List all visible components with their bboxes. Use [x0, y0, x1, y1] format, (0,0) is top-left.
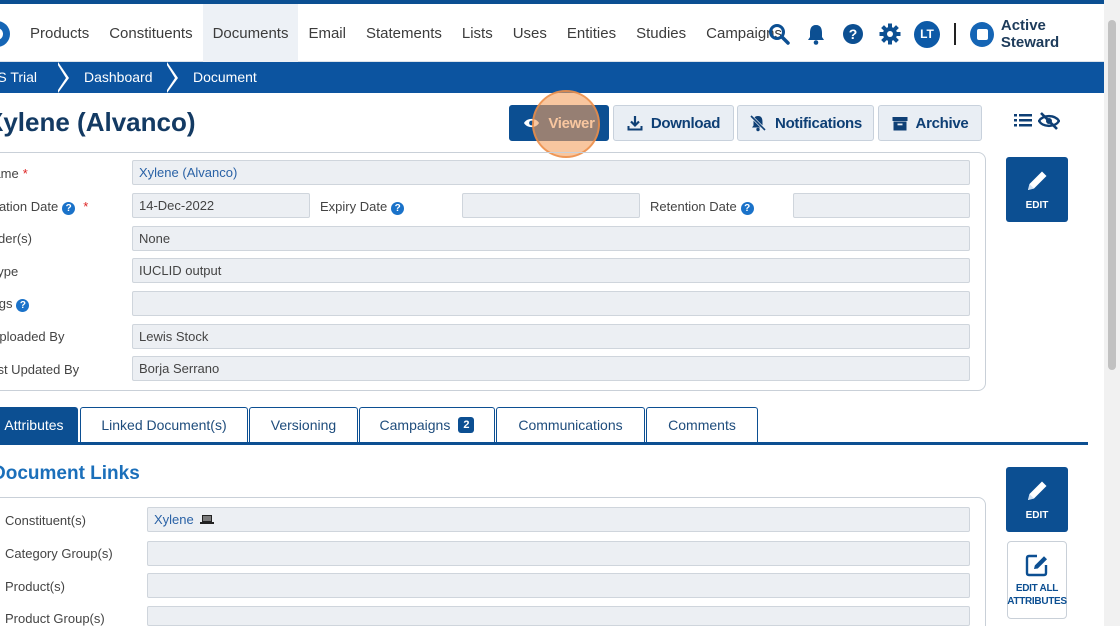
tab-comments[interactable]: Comments [646, 407, 758, 442]
nav-item-studies[interactable]: Studies [626, 4, 696, 62]
eye-slash-icon[interactable] [1038, 112, 1060, 130]
uploaded-by-field[interactable]: Lewis Stock [132, 324, 970, 349]
edit-links-label: EDIT [1025, 510, 1049, 521]
main-nav: Products Constituents Documents Email St… [20, 4, 792, 62]
products-label: Product(s) [5, 579, 65, 594]
laptop-icon[interactable] [199, 509, 214, 531]
breadcrumb-separator-inner [165, 62, 175, 93]
tab-attributes[interactable]: Attributes [0, 407, 78, 442]
pencil-icon [1028, 481, 1047, 500]
search-icon[interactable] [766, 21, 791, 47]
nav-item-products[interactable]: Products [20, 4, 99, 62]
type-field[interactable]: IUCLID output [132, 258, 970, 283]
svg-text:?: ? [848, 26, 857, 42]
campaigns-count-badge: 2 [458, 417, 475, 433]
category-groups-field[interactable] [147, 541, 970, 566]
user-avatar[interactable]: LT [914, 20, 940, 48]
document-links-title: Document Links [0, 463, 140, 484]
expiry-date-label: Expiry Date? [320, 199, 405, 215]
expiry-date-field[interactable] [462, 193, 640, 218]
edit-links-button[interactable]: EDIT [1006, 467, 1068, 532]
tags-label: Tags? [0, 296, 30, 312]
archive-icon [892, 116, 908, 130]
help-icon[interactable]: ? [740, 202, 754, 215]
help-icon[interactable]: ? [16, 299, 30, 312]
constituent-link[interactable]: Xylene [154, 512, 194, 527]
name-field[interactable]: Xylene (Alvanco) [132, 160, 970, 185]
breadcrumb: AS Trial Dashboard Document [0, 62, 1104, 93]
eye-icon [524, 118, 540, 128]
category-groups-label: Category Group(s) [5, 546, 113, 561]
app-logo-icon[interactable] [0, 21, 10, 47]
breadcrumb-item-document: Document [193, 69, 257, 85]
type-label: Type [0, 264, 19, 279]
archive-button-label: Archive [915, 114, 969, 132]
creation-date-field[interactable]: 14-Dec-2022 [132, 193, 310, 218]
edit-details-button[interactable]: EDIT [1006, 157, 1068, 222]
tab-linked-documents[interactable]: Linked Document(s) [80, 407, 248, 442]
breadcrumb-separator-inner [56, 62, 66, 93]
uploaded-by-label: Uploaded By [0, 329, 65, 344]
tab-campaigns[interactable]: Campaigns 2 [359, 407, 495, 442]
nav-item-statements[interactable]: Statements [356, 4, 452, 62]
edit-details-label: EDIT [1025, 200, 1049, 211]
nav-item-uses[interactable]: Uses [503, 4, 557, 62]
help-icon[interactable]: ? [391, 202, 405, 215]
bell-slash-icon [749, 114, 767, 132]
view-toggle[interactable] [1014, 112, 1060, 130]
last-updated-by-field[interactable]: Borja Serrano [132, 356, 970, 381]
tab-versioning[interactable]: Versioning [249, 407, 358, 442]
edit-square-icon [1025, 554, 1048, 577]
folder-label: Folder(s) [0, 231, 33, 246]
breadcrumb-item-dashboard[interactable]: Dashboard [84, 62, 153, 93]
edit-all-attributes-label: EDIT ALL ATTRIBUTES [1007, 583, 1067, 607]
nav-item-email[interactable]: Email [298, 4, 356, 62]
tab-communications[interactable]: Communications [496, 407, 645, 442]
notifications-button-label: Notifications [775, 114, 862, 132]
nav-item-constituents[interactable]: Constituents [99, 4, 202, 62]
edit-all-attributes-button[interactable]: EDIT ALL ATTRIBUTES [1007, 541, 1067, 619]
list-icon[interactable] [1014, 112, 1032, 128]
creation-date-label: Creation Date?* [0, 199, 89, 215]
nav-item-lists[interactable]: Lists [452, 4, 503, 62]
page-scrollbar[interactable] [1104, 0, 1120, 626]
breadcrumb-item-trial[interactable]: AS Trial [0, 62, 37, 93]
download-button-label: Download [650, 114, 721, 132]
tab-underline [0, 442, 1088, 445]
brand-logo-icon [969, 21, 994, 47]
nav-item-documents[interactable]: Documents [202, 4, 299, 62]
nav-item-entities[interactable]: Entities [557, 4, 626, 62]
tags-field[interactable] [132, 291, 970, 316]
help-icon[interactable]: ? [840, 21, 865, 47]
gear-icon[interactable] [877, 21, 902, 47]
download-icon [627, 116, 643, 131]
retention-date-label: Retention Date? [650, 199, 754, 215]
help-icon[interactable]: ? [62, 202, 76, 215]
constituents-label: Constituent(s) [5, 513, 86, 528]
name-label: Name* [0, 166, 28, 181]
viewer-button[interactable]: Viewer [509, 105, 609, 141]
scrollbar-thumb[interactable] [1108, 20, 1116, 370]
viewer-button-label: Viewer [548, 114, 595, 132]
products-field[interactable] [147, 573, 970, 598]
brand-name: Active Steward [1000, 17, 1060, 51]
page-title: Xylene (Alvanco) [0, 107, 196, 137]
folder-field[interactable]: None [132, 226, 970, 251]
product-groups-field[interactable] [147, 606, 970, 626]
pencil-icon [1028, 171, 1047, 190]
last-updated-by-label: Last Updated By [0, 362, 80, 377]
constituents-field[interactable]: Xylene [147, 507, 970, 532]
notifications-button[interactable]: Notifications [737, 105, 874, 141]
download-button[interactable]: Download [613, 105, 734, 141]
archive-button[interactable]: Archive [878, 105, 982, 141]
product-groups-label: Product Group(s) [5, 611, 105, 626]
header-divider [953, 23, 956, 45]
top-navigation: Products Constituents Documents Email St… [0, 0, 1104, 62]
brand[interactable]: Active Steward [969, 17, 1104, 51]
bell-icon[interactable] [803, 21, 828, 47]
retention-date-field[interactable] [793, 193, 970, 218]
header-tools: ? LT Active Steward [766, 17, 1104, 51]
